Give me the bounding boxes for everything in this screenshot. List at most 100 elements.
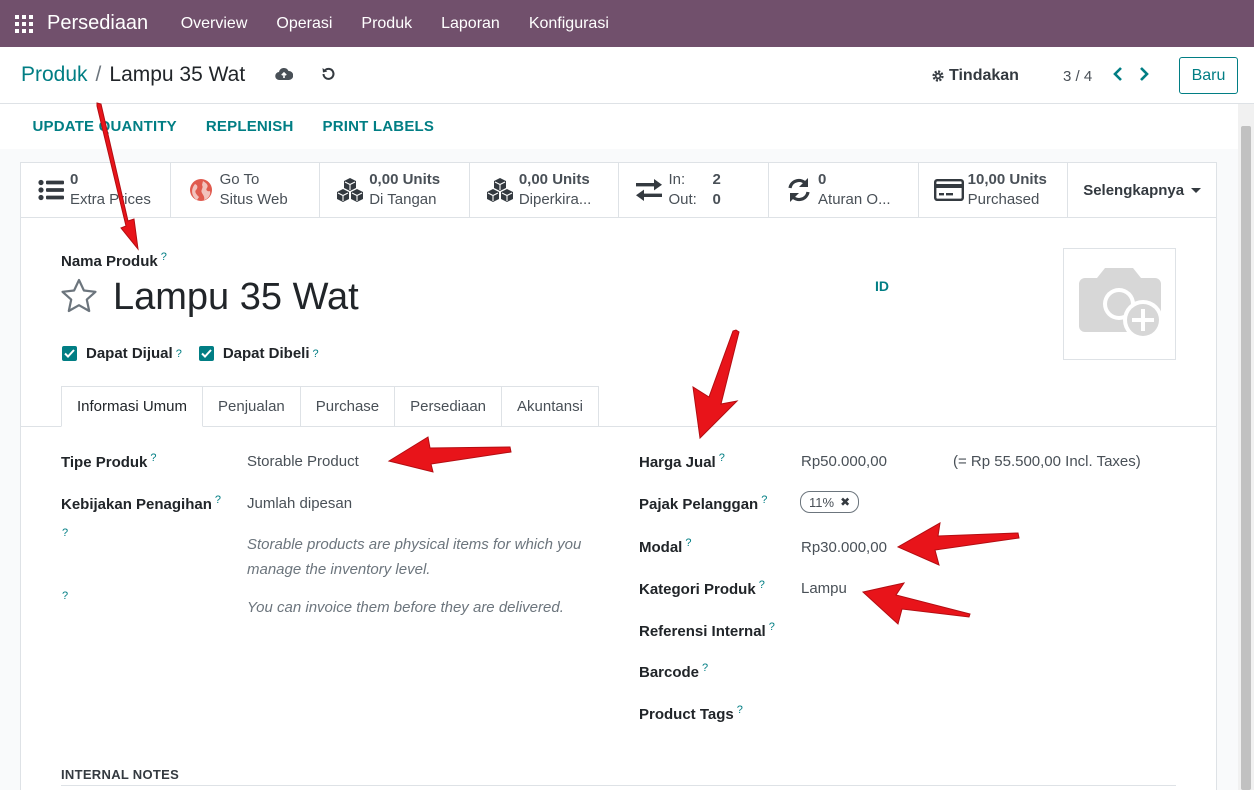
barcode-label-text: Barcode bbox=[639, 664, 700, 681]
apps-grid-icon[interactable] bbox=[15, 14, 33, 33]
extra-prices-label: Extra Prices bbox=[70, 191, 151, 208]
product-name-label-text: Nama Produk bbox=[61, 253, 158, 270]
can-sell-checkbox-item[interactable]: Dapat Dijual? bbox=[62, 345, 182, 362]
can-purchase-checkbox[interactable] bbox=[198, 346, 214, 361]
breadcrumb-separator: / bbox=[95, 63, 102, 86]
chevron-left-icon[interactable] bbox=[1112, 66, 1124, 86]
help-question-icon[interactable]: ? bbox=[737, 704, 743, 716]
help-question-icon[interactable]: ? bbox=[759, 579, 765, 591]
breadcrumb-current: Lampu 35 Wat bbox=[109, 63, 246, 86]
help-question-icon[interactable]: ? bbox=[62, 590, 68, 602]
product-type-select[interactable]: Storable Product bbox=[247, 453, 359, 470]
breadcrumb-parent[interactable]: Produk bbox=[21, 63, 88, 87]
nav-produk[interactable]: Produk bbox=[347, 15, 427, 33]
nav-overview[interactable]: Overview bbox=[166, 15, 262, 33]
discard-undo-icon[interactable] bbox=[320, 66, 336, 86]
language-toggle-button[interactable]: ID bbox=[875, 278, 889, 294]
help-question-icon[interactable]: ? bbox=[719, 452, 725, 464]
nav-konfigurasi[interactable]: Konfigurasi bbox=[514, 15, 623, 33]
reorder-rules-button[interactable]: 0 Aturan O... bbox=[769, 163, 919, 217]
tab-persediaan[interactable]: Persediaan bbox=[395, 386, 503, 427]
remove-tag-icon[interactable]: ✖ bbox=[840, 495, 850, 509]
print-labels-button[interactable]: PRINT LABELS bbox=[308, 118, 449, 135]
can-purchase-checkbox-item[interactable]: Dapat Dibeli? bbox=[198, 345, 319, 362]
scrollbar-thumb[interactable] bbox=[1241, 126, 1251, 790]
star-favorite-icon[interactable] bbox=[60, 278, 98, 318]
product-category-label-text: Kategori Produk bbox=[639, 581, 756, 598]
more-smart-buttons-dropdown[interactable]: Selengkapnya bbox=[1068, 163, 1216, 217]
help-question-icon[interactable]: ? bbox=[313, 348, 319, 360]
can-purchase-label[interactable]: Dapat Dibeli bbox=[223, 345, 310, 362]
chevron-right-icon[interactable] bbox=[1138, 66, 1150, 86]
tab-penjualan[interactable]: Penjualan bbox=[203, 386, 301, 427]
help-question-icon[interactable]: ? bbox=[761, 494, 767, 506]
reorder-rules-label: Aturan O... bbox=[818, 191, 891, 208]
help-question-icon[interactable]: ? bbox=[215, 494, 221, 506]
product-category-input[interactable]: Lampu bbox=[801, 580, 847, 597]
product-category-label: Kategori Produk? bbox=[639, 579, 765, 598]
reorder-rules-value: 0 bbox=[818, 171, 827, 188]
help-question-icon[interactable]: ? bbox=[176, 348, 182, 360]
product-type-label-text: Tipe Produk bbox=[61, 454, 148, 471]
nav-laporan[interactable]: Laporan bbox=[427, 15, 515, 33]
exchange-arrows-icon bbox=[634, 175, 664, 205]
on-hand-value: 0,00 Units bbox=[369, 171, 441, 188]
internal-reference-label: Referensi Internal? bbox=[639, 621, 775, 640]
tax-tag-label: 11% bbox=[809, 494, 835, 510]
new-button[interactable]: Baru bbox=[1179, 57, 1238, 94]
cost-label: Modal? bbox=[639, 537, 691, 556]
help-question-icon[interactable]: ? bbox=[702, 662, 708, 674]
update-quantity-button[interactable]: UPDATE QUANTITY bbox=[18, 118, 191, 135]
tax-tag[interactable]: 11% ✖ bbox=[800, 491, 860, 513]
cost-label-text: Modal bbox=[639, 539, 683, 556]
can-sell-checkbox[interactable] bbox=[62, 346, 77, 361]
pager-value[interactable]: 3 / 4 bbox=[1063, 68, 1092, 85]
actions-label: Tindakan bbox=[949, 67, 1019, 84]
website-button[interactable]: Go To Situs Web bbox=[171, 163, 321, 217]
actions-menu-button[interactable]: Tindakan bbox=[931, 67, 1019, 85]
tab-akuntansi[interactable]: Akuntansi bbox=[502, 386, 599, 427]
forecasted-button[interactable]: 0,00 Units Diperkira... bbox=[470, 163, 620, 217]
app-brand[interactable]: Persediaan bbox=[47, 12, 148, 35]
checkbox-row: Dapat Dijual? Dapat Dibeli? bbox=[62, 345, 336, 362]
invoice-policy-label-text: Kebijakan Penagihan bbox=[61, 496, 212, 513]
tab-informasi-umum[interactable]: Informasi Umum bbox=[61, 386, 204, 427]
help-question-icon[interactable]: ? bbox=[769, 621, 775, 633]
on-hand-label: Di Tangan bbox=[369, 191, 437, 208]
save-cloud-icon[interactable] bbox=[275, 66, 294, 86]
moves-out-label: Out: bbox=[668, 191, 697, 208]
help-question-icon[interactable]: ? bbox=[685, 537, 691, 549]
vertical-scrollbar[interactable] bbox=[1238, 104, 1254, 790]
nav-operasi[interactable]: Operasi bbox=[262, 15, 347, 33]
product-tags-label: Product Tags? bbox=[639, 704, 743, 723]
sales-price-input[interactable]: Rp50.000,00 bbox=[801, 453, 887, 470]
website-value: Go To bbox=[219, 171, 260, 188]
product-name-input[interactable]: Lampu 35 Wat bbox=[113, 276, 359, 319]
product-tags-label-text: Product Tags bbox=[639, 706, 734, 723]
internal-notes-divider bbox=[61, 785, 1176, 786]
replenish-button[interactable]: REPLENISH bbox=[191, 118, 308, 135]
form-sheet: 0 Extra Prices Go To Situs Web 0,00 Unit… bbox=[20, 162, 1217, 790]
notebook-tabs: Informasi Umum Penjualan Purchase Persed… bbox=[61, 386, 599, 427]
on-hand-button[interactable]: 0,00 Units Di Tangan bbox=[320, 163, 470, 217]
top-navbar: Persediaan Overview Operasi Produk Lapor… bbox=[0, 0, 1254, 47]
product-image-upload[interactable] bbox=[1063, 248, 1176, 360]
purchased-label: Purchased bbox=[967, 191, 1040, 208]
tab-purchase[interactable]: Purchase bbox=[300, 386, 396, 427]
form-action-bar: UPDATE QUANTITY REPLENISH PRINT LABELS bbox=[0, 104, 1238, 149]
purchased-button[interactable]: 10,00 Units Purchased bbox=[919, 163, 1069, 217]
list-icon bbox=[36, 175, 66, 205]
website-label: Situs Web bbox=[219, 191, 288, 208]
can-sell-label[interactable]: Dapat Dijual bbox=[86, 345, 173, 362]
smart-buttons-bar: 0 Extra Prices Go To Situs Web 0,00 Unit… bbox=[21, 163, 1216, 218]
help-question-icon[interactable]: ? bbox=[150, 452, 156, 464]
invoice-policy-select[interactable]: Jumlah dipesan bbox=[247, 495, 352, 512]
help-question-icon[interactable]: ? bbox=[161, 251, 167, 263]
help-question-icon[interactable]: ? bbox=[62, 527, 68, 539]
moves-out-value: 0 bbox=[712, 191, 721, 208]
stock-moves-button[interactable]: In: 2 Out: 0 bbox=[619, 163, 770, 217]
cubes-icon bbox=[335, 175, 365, 205]
cost-input[interactable]: Rp30.000,00 bbox=[801, 539, 887, 556]
forecasted-value: 0,00 Units bbox=[518, 171, 590, 188]
extra-prices-button[interactable]: 0 Extra Prices bbox=[21, 163, 171, 217]
